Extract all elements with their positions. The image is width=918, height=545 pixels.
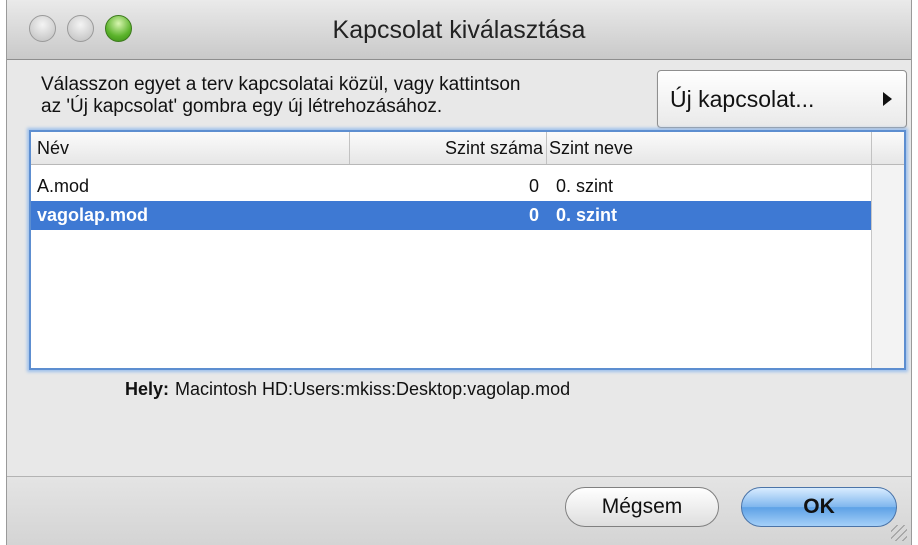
instructions-text: Válasszon egyet a terv kapcsolatai közül… [41, 74, 661, 118]
table-row-selected[interactable]: vagolap.mod 0 0. szint [31, 201, 871, 230]
column-header-level-number[interactable]: Szint száma [349, 132, 545, 164]
table-header: Név Szint száma Szint neve [31, 132, 904, 165]
dialog-window: Kapcsolat kiválasztása Válasszon egyet a… [6, 0, 912, 545]
cell-level-number: 0 [528, 205, 539, 225]
new-connection-button[interactable]: Új kapcsolat... [657, 70, 907, 128]
location-label: Hely: [125, 379, 170, 399]
column-header-name[interactable]: Név [37, 132, 347, 164]
resize-grip-icon[interactable] [891, 525, 907, 541]
cell-name: vagolap.mod [37, 205, 149, 225]
cell-level-name: 0. szint [556, 205, 618, 225]
new-connection-label: Új kapcsolat... [670, 86, 815, 112]
ok-button[interactable]: OK [741, 487, 897, 527]
disclosure-arrow-icon [883, 92, 892, 106]
connections-table[interactable]: Név Szint száma Szint neve A.mod 0 0. sz… [29, 130, 906, 370]
window-title: Kapcsolat kiválasztása [332, 16, 586, 44]
column-header-spacer [871, 132, 904, 164]
cell-name: A.mod [37, 176, 90, 196]
vertical-scrollbar[interactable] [871, 165, 904, 368]
location-info: Hely: Macintosh HD:Users:mkiss:Desktop:va… [125, 379, 570, 400]
cell-level-number: 0 [528, 176, 539, 196]
instructions-line-1: Válasszon egyet a terv kapcsolatai közül… [41, 74, 521, 95]
cancel-button[interactable]: Mégsem [565, 487, 719, 527]
column-header-level-name[interactable]: Szint neve [546, 132, 871, 164]
table-row[interactable]: A.mod 0 0. szint [31, 172, 871, 201]
instructions-line-2: az 'Új kapcsolat' gombra egy új létrehoz… [41, 96, 443, 117]
location-path: Macintosh HD:Users:mkiss:Desktop:vagolap… [175, 379, 571, 399]
title-bar[interactable]: Kapcsolat kiválasztása [7, 0, 911, 60]
cell-level-name: 0. szint [556, 176, 614, 196]
